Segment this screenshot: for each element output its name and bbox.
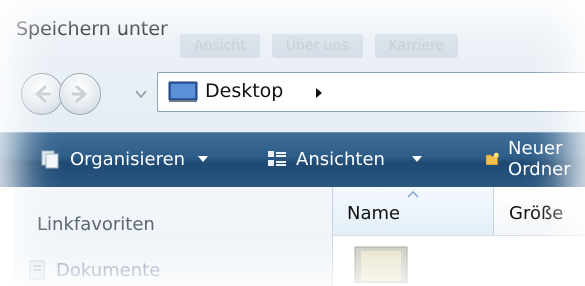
organize-icon: [41, 150, 59, 169]
background-menu: Ansicht Über uns Karriere: [180, 34, 459, 58]
forward-button[interactable]: [59, 73, 101, 115]
forward-arrow-icon: [71, 85, 87, 103]
column-header-name[interactable]: Name: [333, 187, 494, 235]
new-folder-button[interactable]: Neuer Ordner: [485, 138, 585, 180]
column-header-row: Name Größe: [333, 187, 585, 236]
favorite-item-documents[interactable]: Dokumente: [28, 259, 160, 281]
sort-ascending-icon: [407, 191, 419, 198]
chevron-down-icon: [411, 156, 422, 162]
views-icon: [268, 151, 286, 166]
documents-icon: [29, 260, 45, 280]
favorites-heading: Linkfavoriten: [37, 214, 155, 235]
background-menu-item: Ansicht: [180, 34, 260, 58]
command-toolbar: Organisieren Ansichten Neuer Ordner: [0, 132, 585, 188]
folder-icon[interactable]: [353, 243, 409, 283]
chevron-right-icon[interactable]: [314, 87, 324, 99]
back-arrow-icon: [35, 85, 51, 103]
chevron-down-icon: [135, 90, 147, 99]
column-size-label: Größe: [509, 203, 564, 224]
breadcrumb-desktop[interactable]: Desktop: [205, 80, 283, 102]
background-menu-item: Karriere: [374, 34, 459, 58]
background-menu-item: Über uns: [271, 34, 363, 58]
new-folder-icon: [485, 152, 499, 165]
desktop-icon: [168, 81, 198, 102]
views-button[interactable]: Ansichten: [266, 145, 423, 173]
views-label: Ansichten: [296, 148, 385, 170]
chevron-down-icon: [198, 156, 209, 162]
window-title: Speichern unter: [16, 18, 168, 40]
content-area: Linkfavoriten Dokumente Name Größe: [0, 187, 585, 286]
back-button[interactable]: [21, 73, 63, 115]
navigation-bar: Desktop: [0, 62, 585, 124]
organize-button[interactable]: Organisieren: [40, 145, 209, 173]
file-list: Name Größe: [333, 187, 585, 286]
favorite-item-label: Dokumente: [56, 259, 161, 281]
column-name-label: Name: [347, 203, 401, 224]
navigation-pane: Linkfavoriten Dokumente: [14, 187, 333, 286]
new-folder-label: Neuer Ordner: [508, 138, 571, 180]
address-bar[interactable]: Desktop: [157, 72, 585, 112]
organize-label: Organisieren: [70, 148, 186, 170]
title-bar: Speichern unter Ansicht Über uns Karrier…: [0, 0, 585, 62]
save-as-dialog: Speichern unter Ansicht Über uns Karrier…: [0, 0, 585, 286]
recent-pages-button[interactable]: [134, 84, 148, 103]
